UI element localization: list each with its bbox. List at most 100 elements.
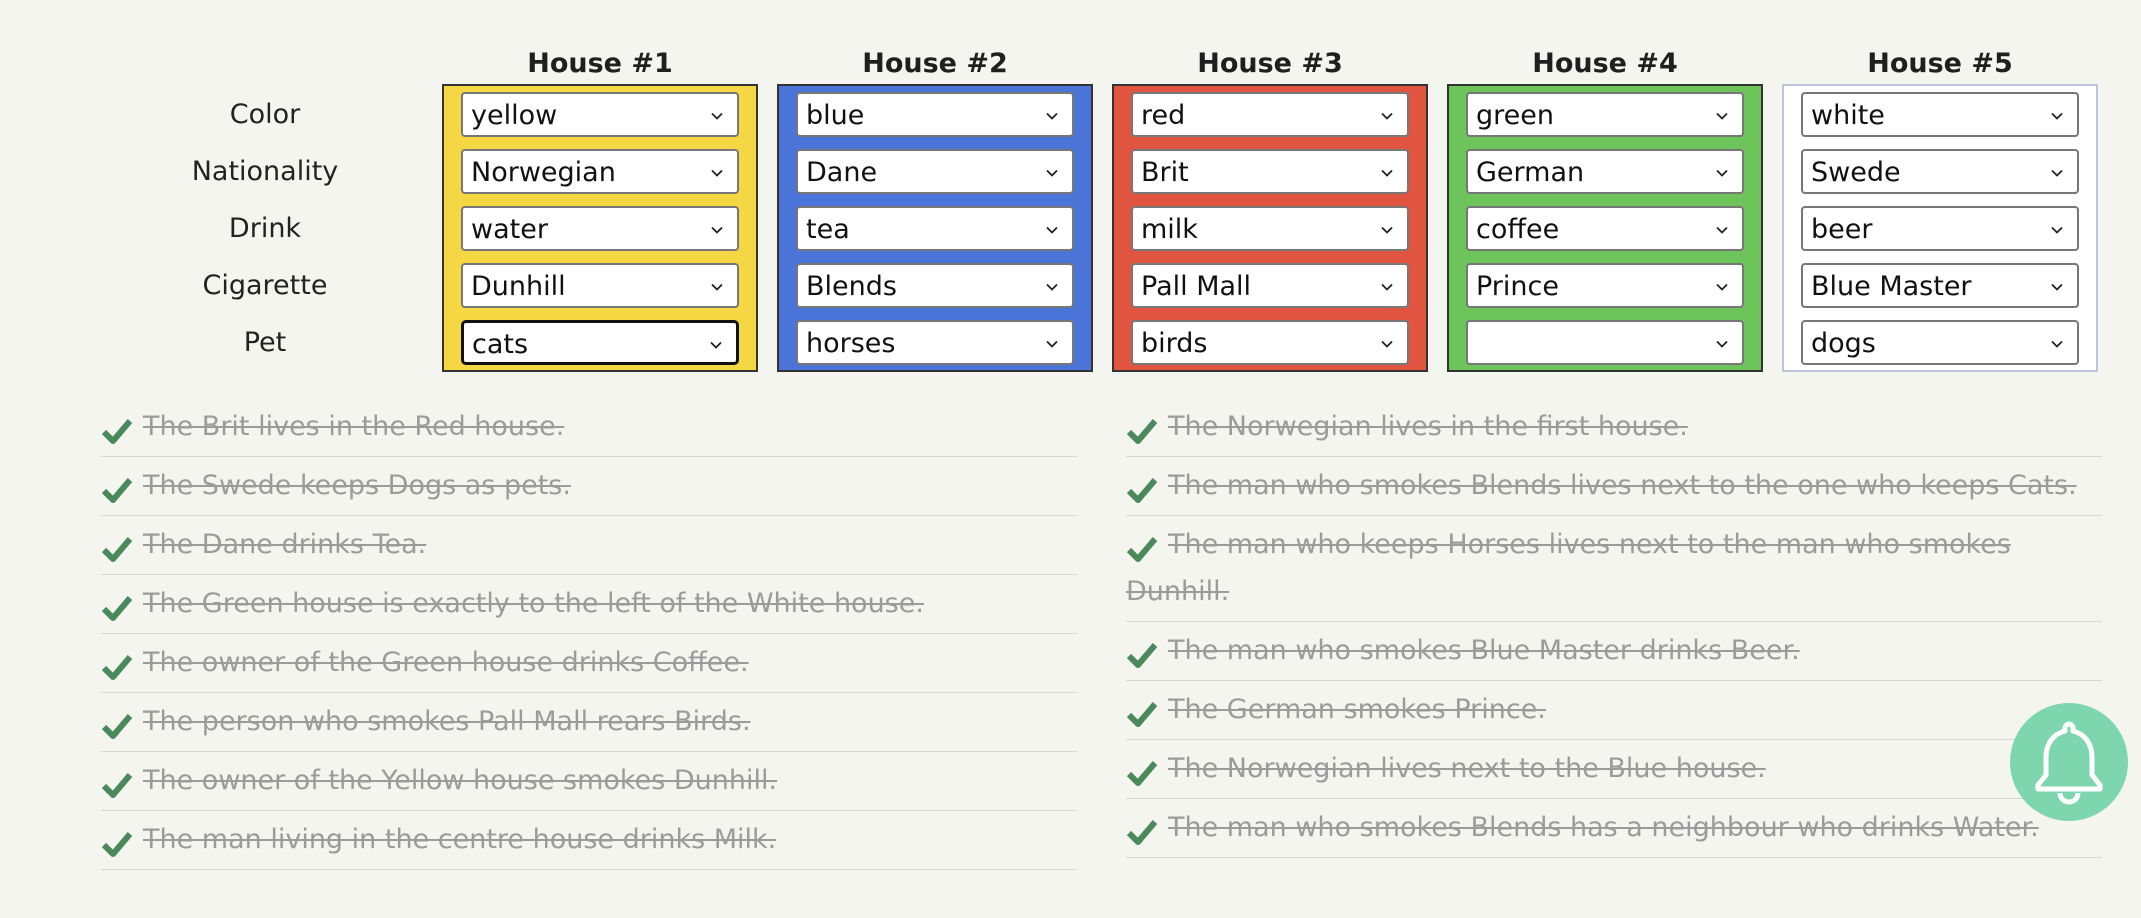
select-value: water [471, 214, 548, 245]
clue-text: The man who smokes Blue Master drinks Be… [1168, 635, 1800, 666]
house-3-drink-select[interactable]: milk [1131, 206, 1409, 251]
house-box-5: white Swede beer Blue Master dogs [1782, 84, 2098, 372]
house-column-2: House #2 blue Dane tea Blends horses [777, 42, 1093, 372]
house-2-drink-select[interactable]: tea [796, 206, 1074, 251]
clue-list-right: The Norwegian lives in the first house. T… [1126, 398, 2102, 858]
select-value: tea [806, 214, 850, 245]
attribute-labels: Color Nationality Drink Cigarette Pet [150, 92, 380, 377]
row-label-drink: Drink [228, 213, 302, 244]
clue-text: The Norwegian lives in the first house. [1168, 411, 1688, 442]
select-value: Prince [1476, 271, 1559, 302]
chevron-down-icon [711, 164, 723, 177]
house-5-pet-select[interactable]: dogs [1801, 320, 2079, 365]
check-icon [101, 649, 133, 680]
house-3-cigarette-select[interactable]: Pall Mall [1131, 263, 1409, 308]
chevron-down-icon [1381, 335, 1393, 348]
check-icon [101, 708, 133, 739]
chevron-down-icon [2051, 221, 2063, 234]
check-icon [1126, 637, 1158, 668]
clue-item: The man living in the centre house drink… [101, 811, 1077, 870]
house-1-nationality-select[interactable]: Norwegian [461, 149, 739, 194]
chevron-down-icon [1716, 107, 1728, 120]
house-5-drink-select[interactable]: beer [1801, 206, 2079, 251]
check-icon [101, 826, 133, 857]
clue-item: The Dane drinks Tea. [101, 516, 1077, 575]
house-3-color-select[interactable]: red [1131, 92, 1409, 137]
select-value: green [1476, 100, 1554, 131]
check-icon [1126, 755, 1158, 786]
house-2-cigarette-select[interactable]: Blends [796, 263, 1074, 308]
house-5-nationality-select[interactable]: Swede [1801, 149, 2079, 194]
check-icon [1126, 472, 1158, 503]
clue-text: The Dane drinks Tea. [143, 529, 427, 560]
house-box-2: blue Dane tea Blends horses [777, 84, 1093, 372]
check-icon [1126, 814, 1158, 845]
house-4-pet-select[interactable] [1466, 320, 1744, 365]
chevron-down-icon [1381, 221, 1393, 234]
select-value: Swede [1811, 157, 1901, 188]
house-3-nationality-select[interactable]: Brit [1131, 149, 1409, 194]
chevron-down-icon [2051, 335, 2063, 348]
select-value: white [1811, 100, 1885, 131]
clue-item: The Brit lives in the Red house. [101, 398, 1077, 457]
select-value: horses [806, 328, 896, 359]
notification-bell-button[interactable] [2010, 703, 2128, 821]
house-column-1: House #1 yellow Norwegian water Dunhill cats [442, 42, 758, 372]
house-4-color-select[interactable]: green [1466, 92, 1744, 137]
house-2-color-select[interactable]: blue [796, 92, 1074, 137]
select-value: dogs [1811, 328, 1876, 359]
clue-item: The man who smokes Blends has a neighbou… [1126, 799, 2102, 858]
select-value: Brit [1141, 157, 1189, 188]
house-1-pet-select[interactable]: cats [461, 320, 739, 365]
clue-text: The owner of the Green house drinks Coff… [143, 647, 749, 678]
house-title: House #5 [1867, 48, 2013, 79]
check-icon [101, 590, 133, 621]
clue-text: The man who smokes Blends lives next to … [1168, 470, 2077, 501]
house-4-nationality-select[interactable]: German [1466, 149, 1744, 194]
house-4-cigarette-select[interactable]: Prince [1466, 263, 1744, 308]
house-2-pet-select[interactable]: horses [796, 320, 1074, 365]
row-label-color: Color [229, 99, 301, 130]
house-3-pet-select[interactable]: birds [1131, 320, 1409, 365]
house-5-color-select[interactable]: white [1801, 92, 2079, 137]
chevron-down-icon [1716, 221, 1728, 234]
chevron-down-icon [1046, 164, 1058, 177]
chevron-down-icon [2051, 107, 2063, 120]
select-value: Dane [806, 157, 878, 188]
chevron-down-icon [1046, 221, 1058, 234]
house-2-nationality-select[interactable]: Dane [796, 149, 1074, 194]
chevron-down-icon [1716, 278, 1728, 291]
house-title: House #2 [862, 48, 1008, 79]
clue-text: The Brit lives in the Red house. [143, 411, 565, 442]
select-value: Dunhill [471, 271, 566, 302]
clue-item: The Norwegian lives next to the Blue hou… [1126, 740, 2102, 799]
house-1-drink-select[interactable]: water [461, 206, 739, 251]
select-value: milk [1141, 214, 1198, 245]
clue-item: The Green house is exactly to the left o… [101, 575, 1077, 634]
clue-text: The Norwegian lives next to the Blue hou… [1168, 753, 1766, 784]
clue-item: The Swede keeps Dogs as pets. [101, 457, 1077, 516]
chevron-down-icon [1381, 278, 1393, 291]
clue-item: The owner of the Green house drinks Coff… [101, 634, 1077, 693]
house-5-cigarette-select[interactable]: Blue Master [1801, 263, 2079, 308]
chevron-down-icon [1046, 335, 1058, 348]
chevron-down-icon [1381, 107, 1393, 120]
check-icon [101, 472, 133, 503]
house-column-3: House #3 red Brit milk Pall Mall birds [1112, 42, 1428, 372]
house-1-color-select[interactable]: yellow [461, 92, 739, 137]
house-title: House #1 [527, 48, 673, 79]
select-value: beer [1811, 214, 1873, 245]
check-icon [1126, 413, 1158, 444]
house-4-drink-select[interactable]: coffee [1466, 206, 1744, 251]
select-value: cats [472, 329, 529, 360]
select-value: red [1141, 100, 1186, 131]
clue-item: The man who keeps Horses lives next to t… [1126, 516, 2102, 622]
check-icon [1126, 531, 1158, 562]
house-box-1: yellow Norwegian water Dunhill cats [442, 84, 758, 372]
bell-icon [2035, 721, 2103, 805]
row-label-pet: Pet [243, 327, 287, 358]
row-label-cigarette: Cigarette [202, 270, 328, 301]
select-value: yellow [471, 100, 558, 131]
house-1-cigarette-select[interactable]: Dunhill [461, 263, 739, 308]
select-value: coffee [1476, 214, 1560, 245]
